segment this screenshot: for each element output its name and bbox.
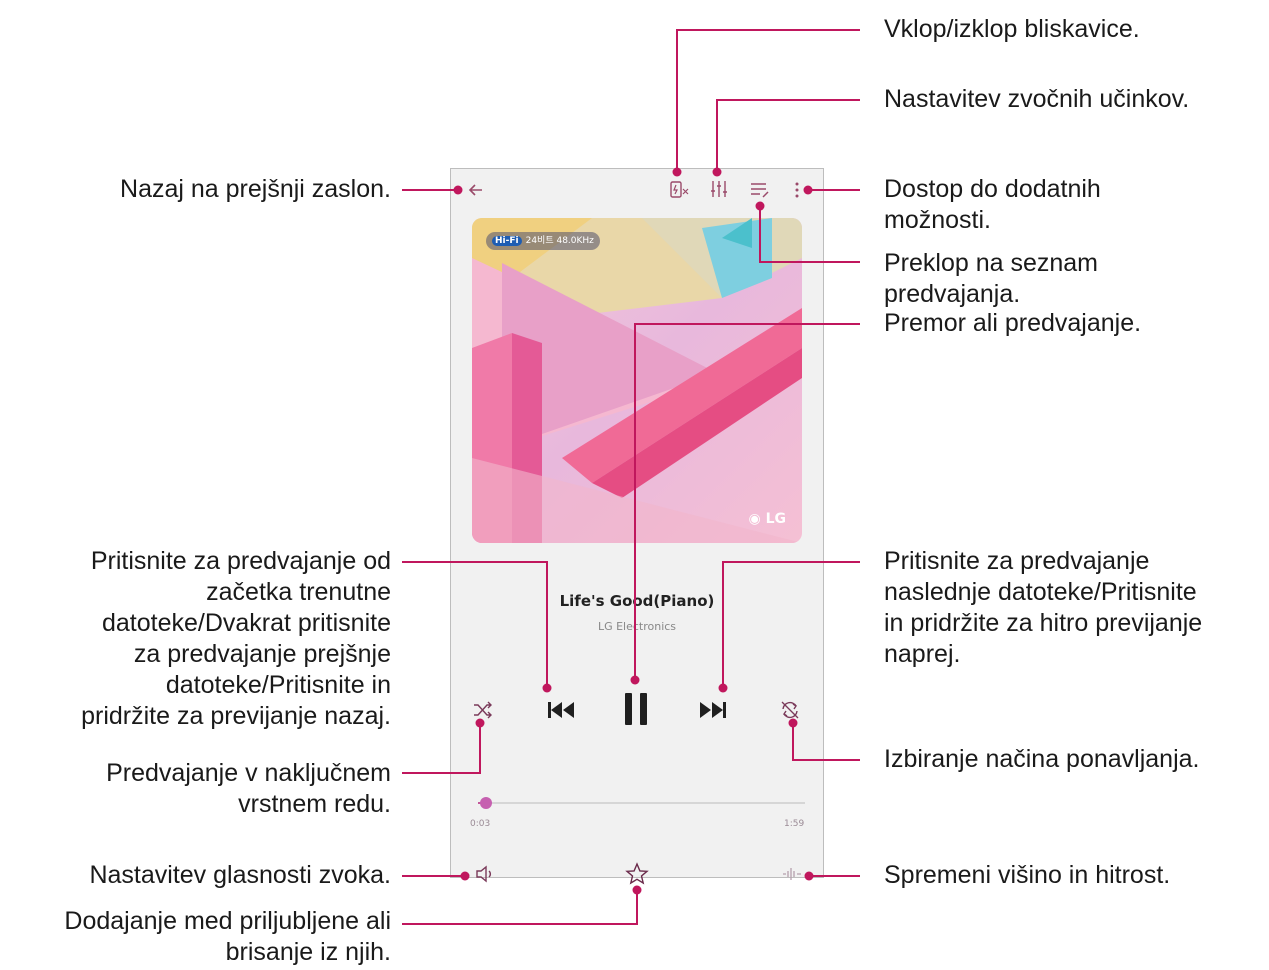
callout-pitch-speed: Spremeni višino in hitrost.: [884, 861, 1171, 889]
callout-sound-effects: Nastavitev zvočnih učinkov.: [884, 85, 1190, 113]
callout-pause-play: Premor ali predvajanje.: [884, 309, 1142, 337]
callout-more-options: Dostop do dodatnih možnosti.: [884, 175, 1101, 234]
callout-next: Pritisnite za predvajanje naslednje dato…: [884, 547, 1203, 668]
callout-volume: Nastavitev glasnosti zvoka.: [89, 861, 391, 889]
callout-shuffle: Predvajanje v naključnem vrstnem redu.: [106, 759, 391, 818]
callout-favorites: Dodajanje med priljubljene ali brisanje …: [64, 907, 391, 966]
callout-repeat: Izbiranje načina ponavljanja.: [884, 745, 1200, 773]
callout-lines: [402, 29, 860, 925]
callout-flash: Vklop/izklop bliskavice.: [884, 15, 1140, 43]
callout-back: Nazaj na prejšnji zaslon.: [120, 175, 391, 203]
callout-playlist: Preklop na seznam predvajanja.: [884, 249, 1099, 308]
callout-previous: Pritisnite za predvajanje od začetka tre…: [81, 547, 391, 730]
